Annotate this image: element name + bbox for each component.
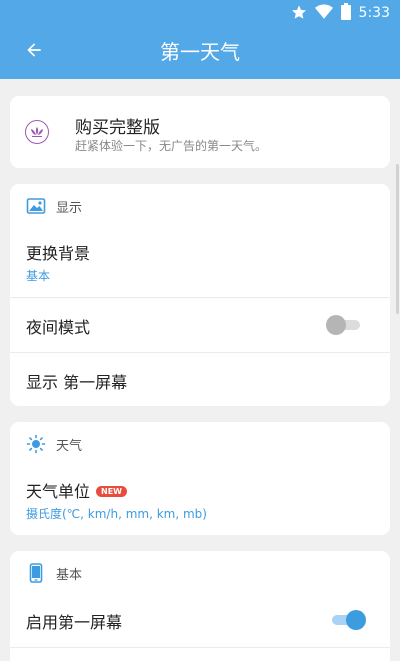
weather-units-value: 摄氏度(℃, km/h, mm, km, mb) (26, 507, 207, 521)
weather-section-header: 天气 (10, 422, 390, 464)
weather-section-label: 天气 (56, 439, 83, 454)
new-badge: NEW (96, 486, 127, 497)
battery-icon (340, 3, 351, 24)
status-time: 5:33 (358, 5, 390, 21)
enable-first-screen-title: 启用第一屏幕 (26, 613, 123, 632)
weather-units-row[interactable]: 天气单位 NEW 摄氏度(℃, km/h, mm, km, mb) (10, 464, 390, 535)
app-bar: 第一天气 (0, 25, 400, 79)
settings-content: 购买完整版 赶紧体验一下，无广告的第一天气。 显示 更换背景 基本 夜间模式 显… (0, 79, 400, 661)
toggle-thumb (326, 315, 346, 335)
display-section: 显示 更换背景 基本 夜间模式 显示 第一屏幕 (10, 184, 390, 406)
sun-icon (26, 434, 46, 454)
basic-section-label: 基本 (56, 568, 83, 583)
star-icon (291, 4, 307, 24)
weather-units-title-wrap: 天气单位 NEW (26, 478, 127, 502)
basic-section-header: 基本 (10, 551, 390, 593)
basic-section: 基本 启用第一屏幕 (10, 551, 390, 661)
status-bar: 5:33 (0, 0, 400, 25)
change-background-title: 更换背景 (26, 244, 91, 263)
scrollbar[interactable] (396, 164, 399, 314)
wallpaper-icon (26, 196, 46, 216)
display-section-header: 显示 (10, 184, 390, 226)
page-title: 第一天气 (160, 40, 240, 64)
enable-first-screen-row[interactable]: 启用第一屏幕 (10, 593, 390, 647)
divider (10, 647, 390, 648)
weather-section: 天气 天气单位 NEW 摄氏度(℃, km/h, mm, km, mb) (10, 422, 390, 535)
night-mode-row[interactable]: 夜间模式 (10, 298, 390, 352)
purchase-subtitle: 赶紧体验一下，无广告的第一天气。 (75, 139, 268, 153)
lotus-icon (25, 120, 49, 144)
change-background-value: 基本 (26, 269, 51, 283)
toggle-thumb (346, 610, 366, 630)
enable-first-screen-toggle[interactable] (330, 610, 366, 630)
weather-units-title: 天气单位 (26, 482, 91, 501)
change-background-row[interactable]: 更换背景 基本 (10, 226, 390, 297)
wifi-icon (314, 4, 333, 24)
show-first-screen-row[interactable]: 显示 第一屏幕 (10, 353, 390, 406)
display-section-label: 显示 (56, 201, 83, 216)
show-first-screen-title: 显示 第一屏幕 (26, 373, 128, 392)
night-mode-title: 夜间模式 (26, 318, 91, 337)
phone-icon (26, 563, 46, 583)
purchase-full-version-card[interactable]: 购买完整版 赶紧体验一下，无广告的第一天气。 (10, 96, 390, 168)
night-mode-toggle[interactable] (326, 315, 362, 335)
purchase-title: 购买完整版 (75, 118, 160, 138)
